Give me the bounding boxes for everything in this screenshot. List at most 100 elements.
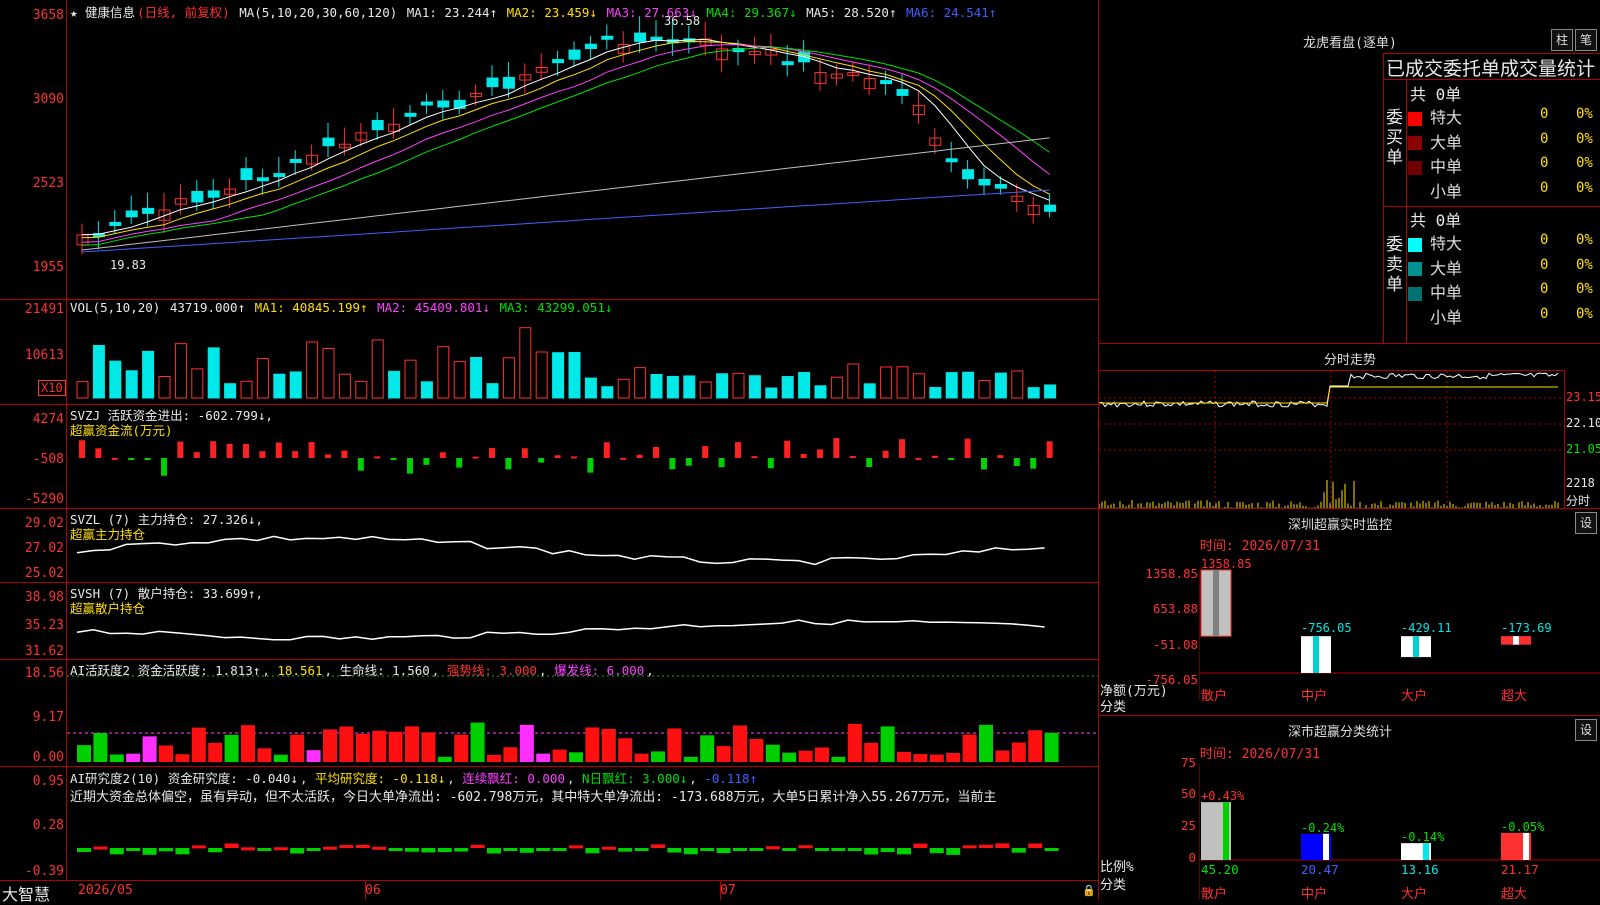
svzj-bar: [784, 440, 791, 458]
order-count: 0: [1540, 179, 1549, 196]
buy-total: 共 0单: [1410, 85, 1462, 104]
main-chart-svg[interactable]: [67, 0, 1098, 880]
sell-side-label: 委卖单: [1386, 235, 1403, 295]
research-commentary: 近期大资金总体偏空，虽有异动，但不太活跃，今日大单净流出: -602.798万元…: [70, 790, 997, 805]
intraday-avg-line: [1099, 386, 1558, 404]
class-stats-bar-chart[interactable]: +0.43% 45.20 散户 -0.24% 20.47 中户 -0.14% 13.16 大户 -…: [1199, 760, 1600, 900]
monitor-title: 深圳超赢实时监控: [1287, 518, 1392, 533]
intraday-chart[interactable]: [1099, 371, 1564, 508]
svzj-axis-label: -5290: [24, 492, 64, 507]
ai-research-bar: [142, 848, 157, 855]
lock-icon[interactable]: 🔒: [1082, 884, 1096, 897]
svzj-bar: [456, 458, 463, 468]
volume-bar: [453, 361, 466, 399]
ai-active-bar: [716, 746, 731, 762]
ai-research-bar: [536, 848, 551, 851]
svzj-bar: [1046, 441, 1053, 458]
svzj-axis-label: 4274: [32, 412, 64, 427]
volume-bar: [781, 376, 794, 399]
monitor-bar-chart[interactable]: 1358.85 散户 -756.05 中户 -429.11 大户 -173.69 超大: [1199, 550, 1600, 715]
svzj-bar: [259, 451, 266, 458]
ai-research-bar: [355, 844, 370, 848]
pen-mode-button[interactable]: 笔: [1575, 29, 1597, 51]
ai-active-bar: [191, 727, 206, 762]
candlestick: [453, 90, 466, 115]
volume-bar: [76, 381, 89, 399]
svzj-bar: [308, 442, 315, 458]
order-percent: 0%: [1576, 179, 1593, 196]
ai-research-bar: [585, 848, 600, 854]
ai-active-bar: [290, 734, 305, 762]
candlestick: [240, 157, 253, 191]
x-axis-line: [0, 880, 1098, 881]
volume-bar: [552, 352, 565, 399]
color-swatch: [1408, 286, 1422, 301]
svzj-bar: [866, 458, 873, 467]
volume-bar: [732, 372, 745, 399]
class-bar-value: 13.16: [1401, 862, 1439, 877]
price-axis-label: 3090: [32, 92, 64, 107]
candlestick: [322, 123, 335, 158]
ai-active-bar: [519, 724, 534, 762]
ai-research-bar: [913, 843, 928, 848]
volume-bar: [142, 350, 155, 399]
ai-research-bar: [93, 846, 108, 850]
ai-active-bar: [355, 733, 370, 762]
order-size-label: 中单: [1430, 157, 1463, 176]
divider: [1406, 79, 1407, 343]
volume-bar: [847, 363, 860, 399]
ai-active-bar: [798, 750, 813, 762]
volume-bar: [748, 375, 761, 399]
order-percent: 0%: [1576, 155, 1593, 171]
ai-active-bar: [536, 753, 551, 762]
order-count: 0: [1540, 130, 1549, 147]
volume-bar: [666, 375, 679, 399]
sell-total: 共 0单: [1410, 211, 1462, 230]
ai-active-bar: [372, 730, 387, 762]
class-bar: [1201, 802, 1231, 860]
class-bar: [1501, 832, 1531, 860]
svzj-bar: [948, 458, 955, 460]
order-percent: 0%: [1576, 256, 1593, 273]
candlestick: [716, 34, 729, 73]
ai-active-bar: [585, 727, 600, 762]
class-category: 散户: [1201, 886, 1227, 900]
x-axis-tick: [365, 880, 366, 900]
svzj-bar: [817, 449, 823, 458]
bar-mode-button[interactable]: 柱: [1551, 29, 1573, 51]
svzj-bar: [390, 458, 397, 460]
class-bar-value: 21.17: [1501, 862, 1539, 877]
buy-side-label: 委买单: [1386, 108, 1403, 168]
svzj-bar: [325, 454, 331, 458]
order-count: 0: [1540, 232, 1549, 248]
monitor-bar: [1200, 569, 1232, 637]
svzj-bar: [915, 457, 922, 460]
svzj-bars: [79, 438, 1053, 476]
svzj-bar: [833, 438, 840, 458]
ai-active-axis-label: 18.56: [24, 666, 64, 681]
monitor-settings-button[interactable]: 设: [1575, 512, 1597, 534]
ai-active-bar: [437, 756, 452, 762]
order-percent: 0%: [1576, 281, 1593, 297]
svzj-bar: [489, 448, 495, 458]
candlestick: [207, 179, 220, 209]
ai-research-bar: [191, 845, 206, 849]
monitor-category: 中户: [1301, 688, 1327, 704]
monitor-axis-label: 1358.85: [1145, 566, 1198, 581]
volume-bar: [388, 370, 401, 399]
volume-bar: [306, 341, 319, 399]
ai-active-bar: [1028, 730, 1043, 762]
svzj-bar: [669, 458, 676, 470]
candlestick: [699, 21, 712, 56]
ai-active-bar: [897, 751, 911, 762]
candlestick: [748, 37, 761, 64]
ai-active-bar: [388, 731, 403, 762]
ai-research-bar: [847, 848, 862, 851]
class-stats-settings-button[interactable]: 设: [1575, 719, 1597, 741]
volume-bar: [322, 347, 335, 399]
ai-research-bar: [946, 848, 961, 855]
monitor-category: 散户: [1201, 688, 1227, 704]
volume-legend: VOL(5,10,20) 43719.000↑ MA1: 40845.199↑ …: [70, 300, 613, 315]
svzj-bar: [341, 450, 348, 458]
volume-bar: [683, 375, 696, 399]
